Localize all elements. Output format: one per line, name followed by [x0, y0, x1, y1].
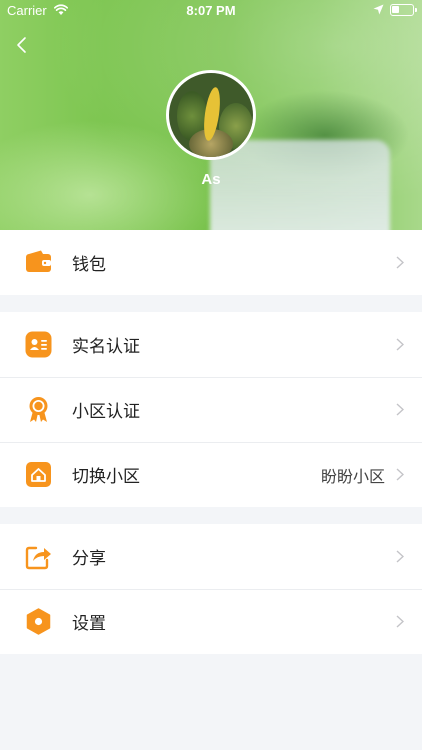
menu-item-label: 分享	[72, 549, 106, 569]
location-arrow-icon	[373, 4, 384, 15]
chevron-right-icon	[396, 403, 404, 416]
chevron-right-icon	[396, 615, 404, 628]
menu-item-switch-community[interactable]: 切换小区 盼盼小区	[0, 442, 422, 507]
wallet-icon	[26, 250, 51, 272]
menu-item-community-cert[interactable]: 小区认证	[0, 377, 422, 442]
username: As	[201, 171, 221, 188]
hexagon-settings-icon	[26, 608, 51, 635]
menu-item-label: 切换小区	[72, 467, 140, 487]
home-icon	[26, 462, 51, 487]
menu-item-label: 钱包	[72, 255, 106, 275]
menu-item-wallet[interactable]: 钱包	[0, 230, 422, 295]
menu-item-label: 实名认证	[72, 337, 140, 357]
chevron-right-icon	[396, 338, 404, 351]
avatar[interactable]	[166, 70, 256, 160]
back-button[interactable]	[12, 34, 34, 56]
share-icon	[25, 546, 51, 570]
menu-group-account: 实名认证 小区认证 切换小区 盼盼小区	[0, 312, 422, 507]
chevron-right-icon	[396, 256, 404, 269]
menu-item-settings[interactable]: 设置	[0, 589, 422, 654]
menu-item-label: 小区认证	[72, 402, 140, 422]
chevron-right-icon	[396, 468, 404, 481]
battery-icon	[390, 4, 417, 16]
id-card-icon	[25, 331, 52, 358]
award-badge-icon	[29, 397, 48, 422]
chevron-right-icon	[396, 550, 404, 563]
current-community-value: 盼盼小区	[320, 466, 385, 486]
menu-item-share[interactable]: 分享	[0, 524, 422, 589]
menu-item-label: 设置	[72, 614, 106, 634]
menu-item-real-name[interactable]: 实名认证	[0, 312, 422, 377]
clock: 8:07 PM	[186, 3, 236, 18]
menu-group-wallet: 钱包	[0, 230, 422, 295]
battery-level	[392, 6, 399, 13]
menu-group-misc: 分享 设置	[0, 524, 422, 654]
status-bar: Carrier 8:07 PM	[0, 0, 422, 22]
